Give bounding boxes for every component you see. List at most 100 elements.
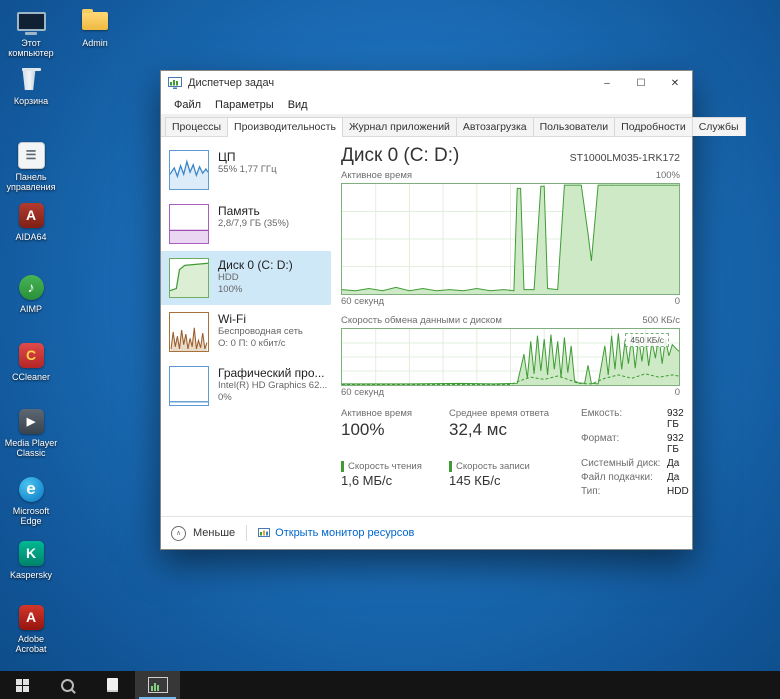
- desktop-icon-edge[interactable]: e Microsoft Edge: [2, 474, 60, 526]
- desktop-icon-label: Adobe Acrobat: [15, 634, 47, 654]
- sidebar-item-cpu[interactable]: ЦП 55% 1,77 ГГц: [161, 143, 331, 197]
- active-time-chart: [341, 183, 680, 295]
- minimize-button[interactable]: –: [590, 71, 624, 95]
- aimp-icon: ♪: [9, 272, 53, 302]
- this-pc-icon: [9, 6, 53, 36]
- window-title: Диспетчер задач: [188, 77, 275, 89]
- sidebar-item-subtitle: 2,8/7,9 ГБ (35%): [218, 218, 290, 229]
- disk-mini-chart: [169, 258, 209, 298]
- disk-details: Емкость: 932 ГБ Формат: 932 ГБ Системный д…: [581, 408, 689, 497]
- menu-bar: Файл Параметры Вид: [161, 95, 692, 114]
- search-icon: [61, 678, 74, 692]
- close-button[interactable]: ✕: [658, 71, 692, 95]
- active-time-chart-label: Активное время: [341, 170, 413, 181]
- desktop-icon-aimp[interactable]: ♪ AIMP: [2, 272, 60, 314]
- scale-badge: 450 КБ/с: [625, 333, 669, 347]
- desktop-icon-recycle-bin[interactable]: Корзина: [2, 64, 60, 106]
- sidebar-item-title: Диск 0 (C: D:): [218, 258, 293, 272]
- sidebar-item-title: Память: [218, 204, 260, 218]
- sidebar-item-subtitle: Беспроводная сеть: [218, 326, 303, 337]
- sidebar-item-subtitle2: 0%: [218, 392, 232, 403]
- transfer-rate-chart-label: Скорость обмена данными с диском: [341, 315, 502, 326]
- taskbar: [0, 671, 780, 699]
- transfer-rate-chart-max: 500 КБ/с: [642, 315, 680, 326]
- stat-write-speed: Скорость записи 145 КБ/с: [449, 461, 530, 488]
- disk-model: ST1000LM035-1RK172: [569, 152, 680, 164]
- sidebar-item-title: Графический про...: [218, 366, 325, 380]
- media-player-classic-icon: ▶: [9, 406, 53, 436]
- page-title: Диск 0 (C: D:): [341, 145, 460, 166]
- windows-logo-icon: [16, 678, 29, 692]
- desktop-icon-label: Kaspersky: [9, 570, 53, 580]
- desktop-icon-admin[interactable]: Admin: [66, 6, 124, 48]
- tab-startup[interactable]: Автозагрузка: [455, 117, 534, 136]
- desktop-icon-label: Корзина: [13, 96, 49, 106]
- desktop-icon-ccleaner[interactable]: C CCleaner: [2, 340, 60, 382]
- desktop-icon-label: CCleaner: [11, 372, 51, 382]
- file-explorer-icon: [107, 678, 118, 692]
- desktop-icon-kaspersky[interactable]: K Kaspersky: [2, 538, 60, 580]
- desktop-icon-aida64[interactable]: A AIDA64: [2, 200, 60, 242]
- menu-view[interactable]: Вид: [281, 99, 315, 111]
- desktop-icon-this-pc[interactable]: Этот компьютер: [2, 6, 60, 58]
- sidebar-item-title: ЦП: [218, 150, 236, 164]
- adobe-acrobat-icon: A: [9, 602, 53, 632]
- tab-services[interactable]: Службы: [691, 117, 746, 136]
- stat-active-time: Активное время 100%: [341, 408, 413, 439]
- taskbar-search-button[interactable]: [45, 671, 90, 699]
- chart-x-right: 0: [674, 296, 680, 307]
- desktop-icon-media-player-classic[interactable]: ▶ Media Player Classic: [2, 406, 60, 458]
- desktop-icon-label: Media Player Classic: [4, 438, 58, 458]
- active-time-chart-max: 100%: [655, 170, 680, 181]
- sidebar-item-subtitle2: 100%: [218, 284, 243, 295]
- read-speed-marker-icon: [341, 461, 344, 472]
- start-button[interactable]: [0, 671, 45, 699]
- tab-details[interactable]: Подробности: [614, 117, 693, 136]
- titlebar[interactable]: Диспетчер задач – ☐ ✕: [161, 71, 692, 95]
- stat-avg-response: Среднее время ответа 32,4 мс: [449, 408, 550, 439]
- chart-x-left: 60 секунд: [341, 296, 385, 307]
- desktop-icon-label: Этот компьютер: [8, 38, 54, 58]
- sidebar-item-wifi[interactable]: Wi-Fi Беспроводная сеть О: 0 П: 0 кбит/с: [161, 305, 331, 359]
- tab-users[interactable]: Пользователи: [532, 117, 616, 136]
- sidebar-item-memory[interactable]: Память 2,8/7,9 ГБ (35%): [161, 197, 331, 251]
- desktop-icon-control-panel[interactable]: ☰ Панель управления: [2, 140, 60, 192]
- edge-icon: e: [9, 474, 53, 504]
- disk-stats: Активное время 100% Среднее время ответа…: [341, 408, 567, 497]
- desktop: Этот компьютер Admin Корзина ☰ Панель уп…: [0, 0, 780, 699]
- open-resource-monitor-link[interactable]: Открыть монитор ресурсов: [258, 527, 414, 539]
- chart-x-right: 0: [674, 387, 680, 398]
- sidebar-item-subtitle: Intel(R) HD Graphics 62...: [218, 380, 328, 391]
- ccleaner-icon: C: [9, 340, 53, 370]
- desktop-icon-label: AIMP: [19, 304, 42, 314]
- task-manager-app-icon: [168, 77, 182, 89]
- desktop-icon-label: Admin: [82, 38, 108, 48]
- tab-app-history[interactable]: Журнал приложений: [341, 117, 457, 136]
- disk-performance-panel: Диск 0 (C: D:) ST1000LM035-1RK172 Активн…: [331, 137, 692, 516]
- sidebar-item-subtitle: HDD: [218, 272, 239, 283]
- divider: [246, 525, 248, 541]
- taskbar-task-manager-button[interactable]: [135, 671, 180, 699]
- tab-performance[interactable]: Производительность: [227, 117, 343, 137]
- cpu-mini-chart: [169, 150, 209, 190]
- taskbar-file-explorer-button[interactable]: [90, 671, 135, 699]
- aida64-icon: A: [9, 200, 53, 230]
- sidebar-item-subtitle: 55% 1,77 ГГц: [218, 164, 277, 175]
- sidebar-item-title: Wi-Fi: [218, 312, 246, 326]
- menu-options[interactable]: Параметры: [208, 99, 281, 111]
- resource-monitor-icon: [258, 528, 271, 537]
- sidebar-item-disk0[interactable]: Диск 0 (C: D:) HDD 100%: [161, 251, 331, 305]
- chevron-up-icon: ∧: [171, 525, 186, 541]
- write-speed-marker-icon: [449, 461, 452, 472]
- tab-processes[interactable]: Процессы: [165, 117, 229, 136]
- sidebar-item-gpu[interactable]: Графический про... Intel(R) HD Graphics …: [161, 359, 331, 413]
- desktop-icon-label: Microsoft Edge: [12, 506, 50, 526]
- task-manager-taskbar-icon: [147, 677, 168, 693]
- wifi-mini-chart: [169, 312, 209, 352]
- fewer-details-button[interactable]: Меньше: [193, 527, 235, 539]
- recycle-bin-icon: [9, 64, 53, 94]
- desktop-icon-adobe-acrobat[interactable]: A Adobe Acrobat: [2, 602, 60, 654]
- kaspersky-icon: K: [9, 538, 53, 568]
- menu-file[interactable]: Файл: [167, 99, 208, 111]
- maximize-button[interactable]: ☐: [624, 71, 658, 95]
